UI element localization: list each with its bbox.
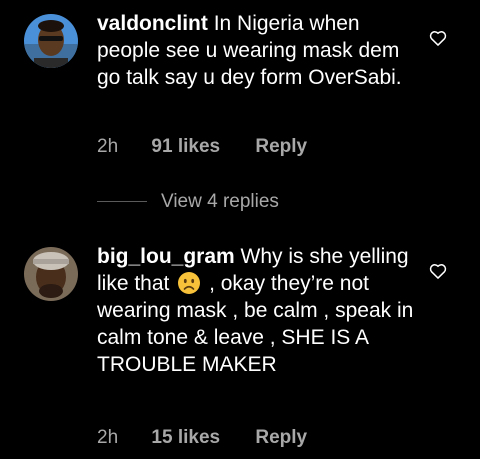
avatar[interactable] [24, 14, 78, 68]
view-replies-divider [97, 201, 147, 202]
view-replies-label: View 4 replies [161, 191, 279, 212]
avatar-image [24, 14, 78, 68]
comment-time: 2h [97, 136, 119, 157]
reply-button[interactable]: Reply [255, 136, 307, 158]
avatar-image [24, 247, 78, 301]
comment-username[interactable]: valdonclint [97, 12, 208, 35]
worried-face-icon [178, 272, 201, 294]
comment-body: valdonclint In Nigeria when people see u… [97, 10, 415, 91]
comment-body: big_lou_gram Why is she yelling like tha… [97, 243, 415, 378]
avatar[interactable] [24, 247, 78, 301]
reply-button[interactable]: Reply [255, 427, 307, 449]
heart-outline-icon[interactable] [428, 28, 448, 48]
heart-outline-icon[interactable] [428, 261, 448, 281]
comment-username[interactable]: big_lou_gram [97, 245, 235, 268]
comment-likes[interactable]: 15 likes [151, 427, 220, 449]
comment-meta: 2h 91 likes Reply [97, 136, 307, 158]
comment-meta: 2h 15 likes Reply [97, 427, 307, 449]
comment-likes[interactable]: 91 likes [151, 136, 220, 158]
comment-time: 2h [97, 427, 119, 448]
